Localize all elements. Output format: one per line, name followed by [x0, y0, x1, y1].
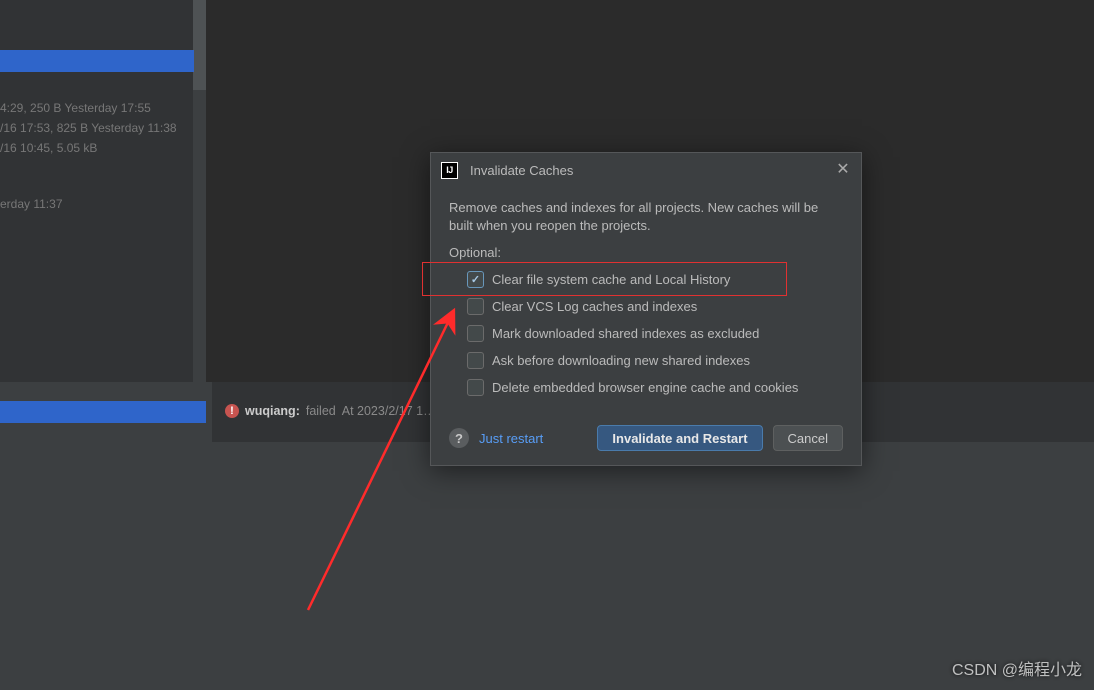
option-delete-browser-cache[interactable]: Delete embedded browser engine cache and…: [449, 374, 843, 401]
status-state: failed: [306, 404, 336, 418]
option-label: Clear VCS Log caches and indexes: [492, 299, 697, 314]
status-text: ! wuqiang: failed At 2023/2/17 1…: [225, 404, 436, 418]
dialog-titlebar[interactable]: IJ Invalidate Caches ✕: [431, 153, 861, 189]
file-line: 4:29, 250 B Yesterday 17:55: [0, 98, 190, 118]
checkbox-icon[interactable]: [467, 379, 484, 396]
dialog-description: Remove caches and indexes for all projec…: [449, 199, 843, 235]
app-root: 4:29, 250 B Yesterday 17:55 /16 17:53, 8…: [0, 0, 1094, 690]
invalidate-caches-dialog: IJ Invalidate Caches ✕ Remove caches and…: [430, 152, 862, 466]
status-user: wuqiang:: [245, 404, 300, 418]
status-time: At 2023/2/17 1…: [342, 404, 436, 418]
checkbox-icon[interactable]: [467, 298, 484, 315]
dialog-body: Remove caches and indexes for all projec…: [431, 189, 861, 415]
option-label: Mark downloaded shared indexes as exclud…: [492, 326, 759, 341]
option-label: Delete embedded browser engine cache and…: [492, 380, 798, 395]
dialog-title: Invalidate Caches: [470, 163, 573, 178]
option-label: Ask before downloading new shared indexe…: [492, 353, 750, 368]
invalidate-and-restart-button[interactable]: Invalidate and Restart: [597, 425, 762, 451]
checkbox-icon[interactable]: [467, 325, 484, 342]
intellij-icon: IJ: [441, 162, 458, 179]
help-icon[interactable]: ?: [449, 428, 469, 448]
file-line: /16 17:53, 825 B Yesterday 11:38: [0, 118, 190, 138]
option-ask-download-indexes[interactable]: Ask before downloading new shared indexe…: [449, 347, 843, 374]
scrollbar-track[interactable]: [193, 0, 206, 382]
option-label: Clear file system cache and Local Histor…: [492, 272, 730, 287]
cancel-button[interactable]: Cancel: [773, 425, 843, 451]
checkbox-icon[interactable]: [467, 352, 484, 369]
error-icon: !: [225, 404, 239, 418]
tool-window-selection[interactable]: [0, 401, 206, 423]
scrollbar-thumb[interactable]: [193, 0, 206, 90]
close-icon[interactable]: ✕: [833, 160, 853, 180]
tool-window-left: [0, 382, 206, 690]
file-line: /16 10:45, 5.05 kB: [0, 138, 190, 158]
just-restart-link[interactable]: Just restart: [479, 431, 543, 446]
optional-label: Optional:: [449, 245, 843, 260]
checkbox-icon[interactable]: [467, 271, 484, 288]
file-line: erday 11:37: [0, 197, 63, 211]
watermark: CSDN @编程小龙: [952, 656, 1082, 680]
option-clear-fs-cache[interactable]: Clear file system cache and Local Histor…: [449, 266, 843, 293]
option-clear-vcs-log[interactable]: Clear VCS Log caches and indexes: [449, 293, 843, 320]
file-metadata-lines: 4:29, 250 B Yesterday 17:55 /16 17:53, 8…: [0, 98, 190, 158]
dialog-footer: ? Just restart Invalidate and Restart Ca…: [431, 415, 861, 465]
option-mark-indexes-excluded[interactable]: Mark downloaded shared indexes as exclud…: [449, 320, 843, 347]
tree-selected-row[interactable]: [0, 50, 194, 72]
project-tree-panel: 4:29, 250 B Yesterday 17:55 /16 17:53, 8…: [0, 0, 206, 382]
